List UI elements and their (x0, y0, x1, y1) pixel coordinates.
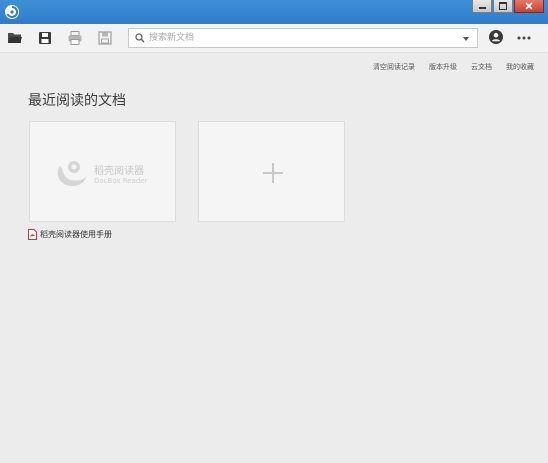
page-title: 最近阅读的文档 (28, 93, 126, 109)
toolbar (0, 24, 548, 53)
title-bar (0, 0, 548, 24)
pdf-icon (28, 229, 37, 240)
recent-doc-filename: 稻壳阅读器使用手册 (40, 230, 112, 239)
search-icon (135, 33, 145, 43)
close-icon (525, 2, 533, 10)
cloud-docs-link[interactable]: 云文档 (471, 62, 492, 72)
recent-doc-card[interactable]: 稻壳阅读器 DocBox Reader (29, 121, 176, 222)
thumb-title: 稻壳阅读器 (94, 166, 144, 177)
search-box[interactable] (128, 28, 478, 48)
recent-doc-label[interactable]: 稻壳阅读器使用手册 (28, 229, 112, 240)
docbox-logo-icon (57, 161, 86, 187)
more-icon[interactable] (516, 30, 532, 46)
floppy-icon[interactable] (97, 30, 113, 46)
maximize-button[interactable] (493, 0, 513, 13)
header-links: 清空阅读记录 版本升级 云文档 我的收藏 (373, 62, 534, 72)
search-input[interactable] (149, 30, 449, 46)
app-logo-icon (5, 5, 19, 19)
thumb-subtitle: DocBox Reader (94, 177, 148, 185)
save-icon[interactable] (37, 30, 53, 46)
maximize-icon (499, 2, 507, 10)
version-upgrade-link[interactable]: 版本升级 (429, 62, 457, 72)
window-controls (471, 0, 544, 13)
clear-history-link[interactable]: 清空阅读记录 (373, 62, 415, 72)
chevron-down-icon[interactable] (463, 37, 469, 41)
minimize-icon (478, 7, 486, 9)
print-icon[interactable] (67, 30, 83, 46)
folder-open-icon[interactable] (7, 30, 23, 46)
minimize-button[interactable] (472, 0, 492, 13)
add-document-card[interactable] (198, 121, 345, 222)
close-button[interactable] (514, 0, 544, 13)
user-icon[interactable] (488, 29, 504, 45)
favorites-link[interactable]: 我的收藏 (506, 62, 534, 72)
